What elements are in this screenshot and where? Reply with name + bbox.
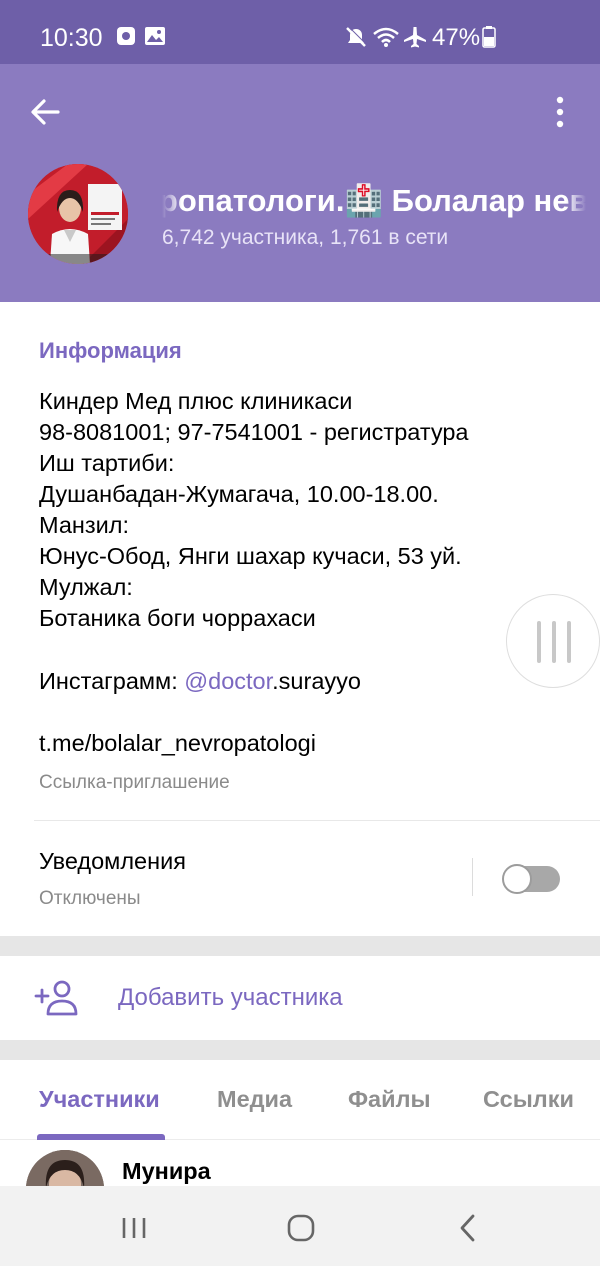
description-line: Иш тартиби: xyxy=(39,450,175,476)
notifications-label[interactable]: Уведомления xyxy=(39,848,186,875)
description-line: Душанбадан-Жумагача, 10.00-18.00. xyxy=(39,481,439,507)
title-fade-left xyxy=(162,180,182,224)
notifications-separator xyxy=(472,858,473,896)
status-time: 10:30 xyxy=(40,24,103,52)
instagram-mention-link[interactable]: @doctor xyxy=(184,668,272,694)
fast-scroll-handle[interactable] xyxy=(506,594,600,688)
tab-media[interactable]: Медиа xyxy=(217,1086,292,1113)
notification-icon xyxy=(117,27,135,45)
member-avatar-image xyxy=(26,1150,104,1186)
info-section-title: Информация xyxy=(39,338,182,363)
chat-header: Болалар невропатологи.🏥 Болалар невропат… xyxy=(0,64,600,302)
tab-files[interactable]: Файлы xyxy=(348,1086,431,1113)
description-line: Манзил: xyxy=(39,512,130,538)
system-back-icon[interactable] xyxy=(448,1208,488,1248)
scroll-handle-icon xyxy=(537,621,571,663)
home-icon[interactable] xyxy=(281,1208,321,1248)
channel-title-marquee: Болалар невропатологи.🏥 Болалар невропат… xyxy=(162,180,586,224)
description-line: Киндер Мед плюс клиникаси xyxy=(39,388,353,414)
shared-content-tabs: Участники Медиа Файлы Ссылки xyxy=(0,1060,600,1140)
add-member-row[interactable]: Добавить участника xyxy=(0,956,600,1040)
add-person-icon xyxy=(34,980,78,1016)
gallery-icon xyxy=(145,27,165,45)
avatar-image xyxy=(28,164,128,264)
notifications-state: Отключены xyxy=(39,888,141,909)
status-bar: 10:30 47% xyxy=(0,0,600,64)
member-count: 6,742 участника, 1,761 в сети xyxy=(162,226,449,249)
more-options-icon[interactable] xyxy=(540,88,580,136)
channel-description[interactable]: Киндер Мед плюс клиникаси 98-8081001; 97… xyxy=(39,386,579,634)
description-line: 98-8081001; 97-7541001 - регистратура xyxy=(39,419,469,445)
invite-link-label: Ссылка-приглашение xyxy=(39,772,230,793)
system-nav-bar xyxy=(0,1186,600,1266)
instagram-line: Инстаграмм: @doctor.surayyo xyxy=(39,668,361,695)
instagram-prefix: Инстаграмм: xyxy=(39,668,185,694)
battery-level: 47% xyxy=(432,24,481,51)
mute-icon xyxy=(346,26,367,47)
add-member-label: Добавить участника xyxy=(118,984,343,1011)
back-arrow-icon[interactable] xyxy=(22,88,70,136)
tab-members[interactable]: Участники xyxy=(39,1086,160,1113)
notifications-toggle[interactable] xyxy=(502,864,560,894)
wifi-icon xyxy=(373,27,399,47)
toggle-knob xyxy=(502,864,532,894)
description-line: Мулжал: xyxy=(39,574,133,600)
channel-title: Болалар невропатологи.🏥 Болалар невропат… xyxy=(162,183,586,218)
member-list-item[interactable]: Мунира xyxy=(0,1140,600,1186)
description-line: Юнус-Обод, Янги шахар кучаси, 53 уй. xyxy=(39,543,462,569)
airplane-icon xyxy=(404,27,426,48)
recent-apps-icon[interactable] xyxy=(114,1208,154,1248)
channel-avatar[interactable] xyxy=(28,164,128,264)
member-avatar xyxy=(26,1150,104,1186)
tab-links[interactable]: Ссылки xyxy=(483,1086,574,1113)
battery-icon xyxy=(482,26,496,48)
member-name: Мунира xyxy=(122,1158,211,1184)
description-line: Ботаника боги чоррахаси xyxy=(39,605,316,631)
invite-link[interactable]: t.me/bolalar_nevropatologi xyxy=(39,730,316,757)
divider xyxy=(34,820,600,821)
instagram-suffix: .surayyo xyxy=(272,668,361,694)
title-fade-right xyxy=(566,180,586,224)
